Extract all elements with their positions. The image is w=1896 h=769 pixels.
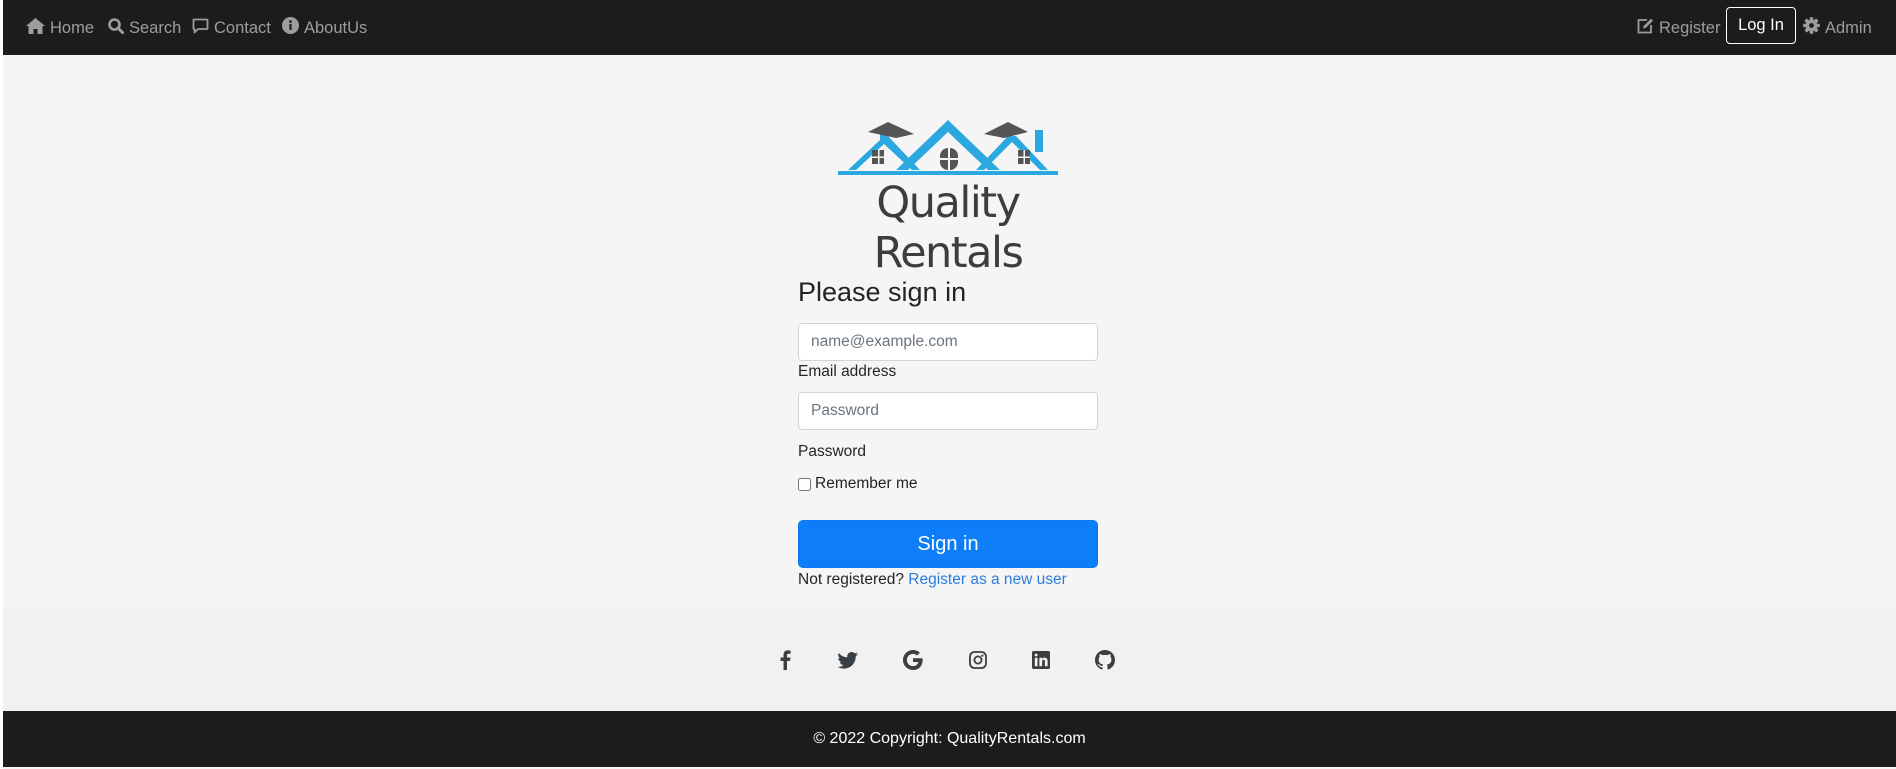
nav-aboutus-link[interactable]: AboutUs [282,17,367,39]
copyright-text: © 2022 Copyright: QualityRentals.com [813,730,1086,747]
quality-rentals-logo: Quality Rentals [808,112,1088,278]
nav-admin-link[interactable]: Admin [1803,17,1872,39]
chat-icon [192,18,209,39]
nav-contact-label: Contact [214,18,271,37]
search-icon [108,17,125,39]
social-bar [3,607,1896,711]
email-input[interactable] [798,323,1098,361]
nav-contact-link[interactable]: Contact [192,17,271,39]
nav-register-link[interactable]: Register [1637,17,1720,39]
password-label: Password [798,443,867,460]
nav-home-link[interactable]: Home [26,17,94,39]
not-registered-text: Not registered? [798,571,904,588]
footer: © 2022 Copyright: QualityRentals.com [3,711,1896,767]
edit-icon [1637,18,1654,39]
password-input[interactable] [798,392,1098,430]
login-button[interactable]: Log In [1726,7,1796,44]
register-link[interactable]: Register as a new user [908,571,1067,588]
info-icon [282,17,299,39]
nav-register-label: Register [1659,18,1721,37]
google-icon[interactable] [902,649,924,671]
nav-admin-label: Admin [1825,18,1872,37]
instagram-icon[interactable] [967,649,989,671]
register-prompt: Not registered? Register as a new user [798,571,1067,589]
remember-me-checkbox[interactable] [798,477,811,491]
email-label: Email address [798,363,897,380]
github-icon[interactable] [1094,649,1116,671]
twitter-icon[interactable] [837,649,859,671]
signin-button[interactable]: Sign in [798,520,1098,568]
remember-me-row[interactable]: Remember me [798,475,918,493]
nav-search-label: Search [129,18,182,37]
nav-home-label: Home [50,18,95,37]
logo-text: Quality Rentals [873,178,1024,278]
facebook-icon[interactable] [774,649,796,671]
nav-search-link[interactable]: Search [108,17,181,39]
form-title: Please sign in [798,277,967,307]
nav-aboutus-label: AboutUs [304,18,368,37]
linkedin-icon[interactable] [1030,649,1052,671]
top-navbar: Home Search Contact AboutUs Register Log… [3,0,1896,55]
home-icon [26,17,45,39]
remember-me-label: Remember me [815,475,918,492]
gear-icon [1803,17,1820,39]
page: Home Search Contact AboutUs Register Log… [3,0,1896,769]
